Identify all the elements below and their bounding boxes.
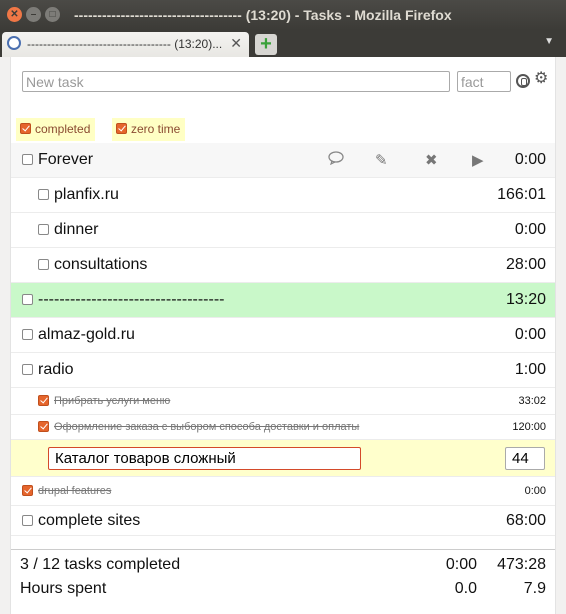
task-row[interactable]: consultations 28:00 bbox=[11, 248, 555, 283]
task-name: Оформление заказа с выбором способа дост… bbox=[54, 421, 360, 433]
task-row[interactable]: Forever ✎ ✖ ▶ 0:00 bbox=[11, 143, 555, 178]
task-time: 68:00 bbox=[505, 511, 546, 529]
task-row[interactable]: complete sites 68:00 bbox=[11, 506, 555, 536]
task-time-edit-input[interactable] bbox=[505, 447, 545, 470]
summary-footer: 3 / 12 tasks completed 0:00 473:28 Hours… bbox=[11, 549, 555, 597]
new-tab-button[interactable]: + bbox=[255, 34, 277, 55]
task-row[interactable]: planfix.ru 166:01 bbox=[11, 178, 555, 213]
task-name: complete sites bbox=[38, 511, 141, 529]
task-checkbox[interactable] bbox=[22, 514, 33, 526]
task-checkbox[interactable] bbox=[38, 421, 49, 432]
task-checkbox[interactable] bbox=[38, 189, 49, 200]
task-row[interactable]: dinner 0:00 bbox=[11, 213, 555, 248]
task-checkbox[interactable] bbox=[22, 154, 33, 165]
task-checkbox[interactable] bbox=[38, 395, 49, 406]
task-name: almaz-gold.ru bbox=[38, 326, 135, 343]
window-titlebar: ✕ – □ ----------------------------------… bbox=[0, 0, 566, 30]
filter-zero-time[interactable]: zero time bbox=[112, 118, 186, 141]
filter-label: completed bbox=[35, 122, 91, 136]
filter-zero-time-checkbox[interactable] bbox=[116, 123, 127, 135]
tasks-completed-count: 3 / 12 tasks completed bbox=[20, 556, 181, 573]
task-time: 120:00 bbox=[512, 421, 546, 433]
task-checkbox[interactable] bbox=[38, 224, 49, 235]
tasks-panel: ⚙ completed zero time Forever ✎ ✖ ▶ 0:00… bbox=[10, 57, 556, 614]
task-row[interactable]: almaz-gold.ru 0:00 bbox=[11, 318, 555, 353]
task-time: 0:00 bbox=[514, 151, 546, 168]
task-time: 33:02 bbox=[518, 395, 546, 407]
tab-bar: ------------------------------------ (13… bbox=[0, 30, 566, 57]
task-row-editing[interactable] bbox=[11, 440, 555, 477]
tab-list-icon[interactable]: ▼ bbox=[544, 36, 554, 47]
page-content: ⚙ completed zero time Forever ✎ ✖ ▶ 0:00… bbox=[0, 57, 566, 614]
task-name: Прибрать услуги меню bbox=[54, 395, 171, 407]
hours-total: 7.9 bbox=[523, 580, 546, 597]
task-name: consultations bbox=[54, 256, 148, 273]
filter-completed-checkbox[interactable] bbox=[20, 123, 31, 135]
comment-icon[interactable] bbox=[328, 151, 344, 169]
task-row[interactable]: radio 1:00 bbox=[11, 353, 555, 388]
tab-close-icon[interactable]: ✕ bbox=[230, 35, 242, 52]
task-checkbox[interactable] bbox=[38, 259, 49, 270]
pencil-icon[interactable]: ✎ bbox=[375, 151, 388, 169]
total-time: 473:28 bbox=[497, 556, 546, 573]
tab-title: ------------------------------------ (13… bbox=[27, 37, 222, 51]
task-time: 0:00 bbox=[514, 326, 546, 343]
play-icon[interactable]: ▶ bbox=[472, 151, 484, 169]
task-name-edit-input[interactable] bbox=[48, 447, 361, 470]
task-row-completed[interactable]: drupal features 0:00 bbox=[11, 477, 555, 506]
summary-hours-row: Hours spent 0.0 7.9 bbox=[11, 577, 555, 601]
window-close-button[interactable]: ✕ bbox=[7, 7, 22, 22]
delete-icon[interactable]: ✖ bbox=[425, 151, 438, 169]
task-row-active[interactable]: ----------------------------------- 13:2… bbox=[11, 283, 555, 318]
task-time: 28:00 bbox=[505, 256, 546, 273]
window-title: ------------------------------------ (13… bbox=[74, 7, 452, 23]
browser-tab[interactable]: ------------------------------------ (13… bbox=[2, 32, 249, 57]
summary-tasks-row: 3 / 12 tasks completed 0:00 473:28 bbox=[11, 553, 555, 577]
hours-label: Hours spent bbox=[20, 580, 107, 597]
new-task-input[interactable] bbox=[22, 71, 450, 92]
filter-completed[interactable]: completed bbox=[16, 118, 96, 141]
task-row-completed[interactable]: Прибрать услуги меню 33:02 bbox=[11, 388, 555, 415]
task-name: planfix.ru bbox=[54, 186, 119, 203]
task-time: 13:20 bbox=[505, 291, 546, 308]
clock-icon[interactable] bbox=[516, 74, 530, 88]
gear-icon[interactable]: ⚙ bbox=[534, 70, 548, 88]
filter-label: zero time bbox=[131, 122, 181, 136]
today-time: 0:00 bbox=[445, 556, 477, 573]
task-name: dinner bbox=[54, 221, 99, 238]
task-time: 0:00 bbox=[524, 485, 546, 497]
fact-input[interactable] bbox=[457, 71, 511, 92]
task-row-completed[interactable]: Оформление заказа с выбором способа дост… bbox=[11, 415, 555, 440]
task-name: Forever bbox=[38, 151, 94, 168]
task-name: drupal features bbox=[38, 485, 112, 497]
task-checkbox[interactable] bbox=[22, 364, 33, 375]
task-time: 166:01 bbox=[497, 186, 546, 203]
task-time: 0:00 bbox=[514, 221, 546, 238]
window-minimize-button[interactable]: – bbox=[26, 7, 41, 22]
hours-today: 0.0 bbox=[454, 580, 477, 597]
task-checkbox[interactable] bbox=[22, 485, 33, 496]
task-checkbox[interactable] bbox=[22, 294, 33, 305]
task-name: ----------------------------------- bbox=[38, 291, 225, 308]
task-name: radio bbox=[38, 361, 74, 378]
clock-favicon-icon bbox=[7, 36, 21, 50]
task-time: 1:00 bbox=[514, 361, 546, 378]
window-maximize-button[interactable]: □ bbox=[45, 7, 60, 22]
task-checkbox[interactable] bbox=[22, 329, 33, 340]
